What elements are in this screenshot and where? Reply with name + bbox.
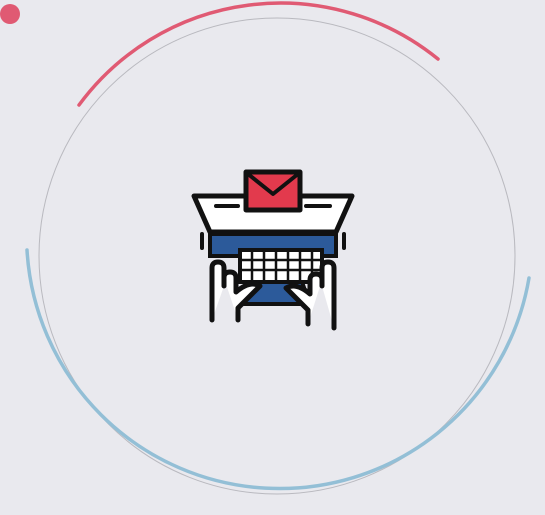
laptop-typing-email-icon [191,169,355,331]
stage [0,0,545,515]
